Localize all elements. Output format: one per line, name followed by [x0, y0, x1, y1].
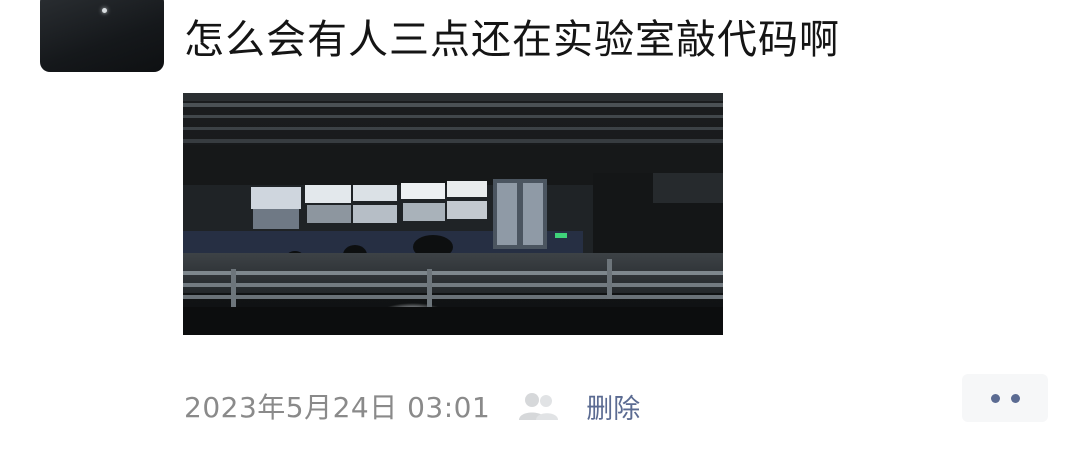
- post-footer: 2023年5月24日 03:01 删除: [184, 384, 640, 428]
- more-dots-icon: [990, 393, 1000, 403]
- delete-button[interactable]: 删除: [586, 387, 640, 426]
- post-text: 怎么会有人三点还在实验室敲代码啊: [184, 17, 840, 63]
- more-dots-icon: [1010, 393, 1020, 403]
- more-button[interactable]: [962, 374, 1048, 422]
- moment-post: 怎么会有人三点还在实验室敲代码啊 2023年5月24日 03:01 删除: [0, 0, 1080, 465]
- post-photo[interactable]: [183, 93, 723, 335]
- avatar[interactable]: [40, 0, 164, 72]
- group-icon: [519, 393, 559, 420]
- timestamp: 2023年5月24日 03:01: [184, 391, 491, 424]
- moon-icon: [102, 8, 107, 13]
